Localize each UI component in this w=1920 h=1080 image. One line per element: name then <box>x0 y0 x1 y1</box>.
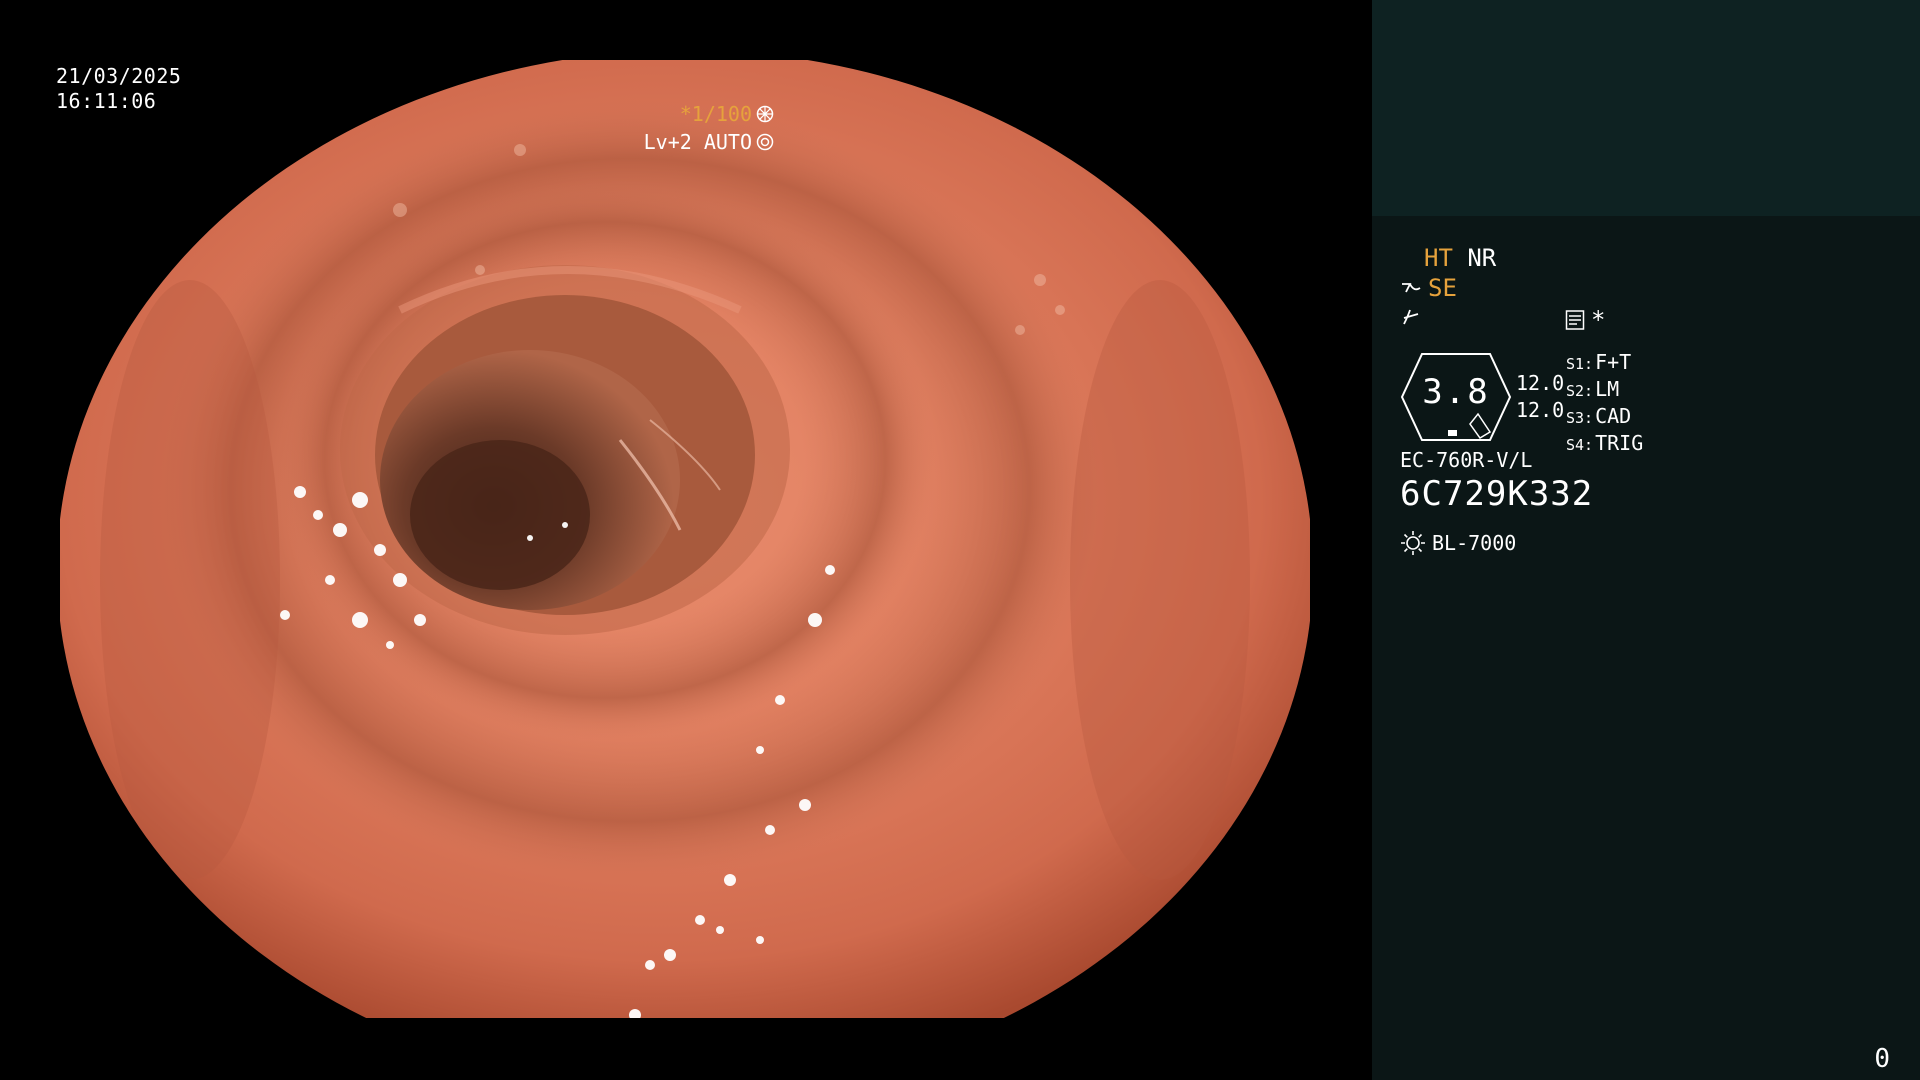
exposure-settings: *1/100 Lv+2 AUTO <box>644 100 774 156</box>
status-panel: HT NR SE * 3.8 12.0 12.0 S1: F+T S2: LM … <box>1372 0 1920 1080</box>
ht-nr-line: HT NR <box>1424 244 1496 272</box>
memory-asterisk: * <box>1591 306 1606 334</box>
switch-item: S2: LM <box>1566 377 1643 404</box>
aperture-icon <box>756 105 774 123</box>
memory-row: * <box>1565 306 1605 334</box>
light-source: BL-7000 <box>1400 530 1516 556</box>
panel-header-area <box>1372 0 1920 216</box>
indicator-gauge: 3.8 <box>1400 352 1512 442</box>
color-enhance-row <box>1400 306 1422 332</box>
se-line: SE <box>1400 274 1457 302</box>
gain-value-2: 12.0 <box>1516 398 1565 422</box>
gain-value-1: 12.0 <box>1516 371 1565 395</box>
switch-key: S4: <box>1566 436 1594 454</box>
switch-key: S1: <box>1566 355 1594 373</box>
endoscopic-image <box>60 60 1310 1018</box>
light-source-label: BL-7000 <box>1432 531 1517 555</box>
shutter-speed: *1/100 <box>679 102 752 126</box>
switch-value: TRIG <box>1595 431 1644 455</box>
switch-assignments: S1: F+T S2: LM S3: CAD S4: TRIG <box>1566 350 1643 458</box>
colon-lumen-image <box>60 60 1310 1018</box>
iris-icon <box>756 133 774 151</box>
structure-enhance-icon <box>1402 283 1421 293</box>
se-label: SE <box>1428 274 1457 302</box>
switch-item: S4: TRIG <box>1566 431 1643 458</box>
nr-label: NR <box>1467 244 1497 272</box>
time-text: 16:11:06 <box>56 89 157 113</box>
serial-number: 6C729K332 <box>1400 474 1594 514</box>
switch-item: S3: CAD <box>1566 404 1643 431</box>
switch-value: LM <box>1595 377 1620 401</box>
brightness-level: Lv+2 AUTO <box>643 130 752 154</box>
scope-model: EC-760R-V/L <box>1400 448 1533 472</box>
color-enhance-icon <box>1403 309 1419 325</box>
page-number: 0 <box>1874 1044 1890 1074</box>
switch-key: S3: <box>1566 409 1594 427</box>
endoscope-viewport: 21/03/2025 16:11:06 *1/100 Lv+2 AUTO <box>0 0 1372 1080</box>
switch-item: S1: F+T <box>1566 350 1643 377</box>
date-time: 21/03/2025 16:11:06 <box>56 64 181 114</box>
date-text: 21/03/2025 <box>56 64 182 88</box>
memory-icon <box>1565 310 1585 330</box>
switch-value: CAD <box>1595 404 1632 428</box>
indicator-value: 3.8 <box>1422 372 1490 412</box>
light-source-icon <box>1401 531 1425 555</box>
gain-values: 12.0 12.0 <box>1516 370 1564 424</box>
switch-key: S2: <box>1566 382 1594 400</box>
ht-label: HT <box>1424 244 1453 272</box>
switch-value: F+T <box>1595 350 1632 374</box>
